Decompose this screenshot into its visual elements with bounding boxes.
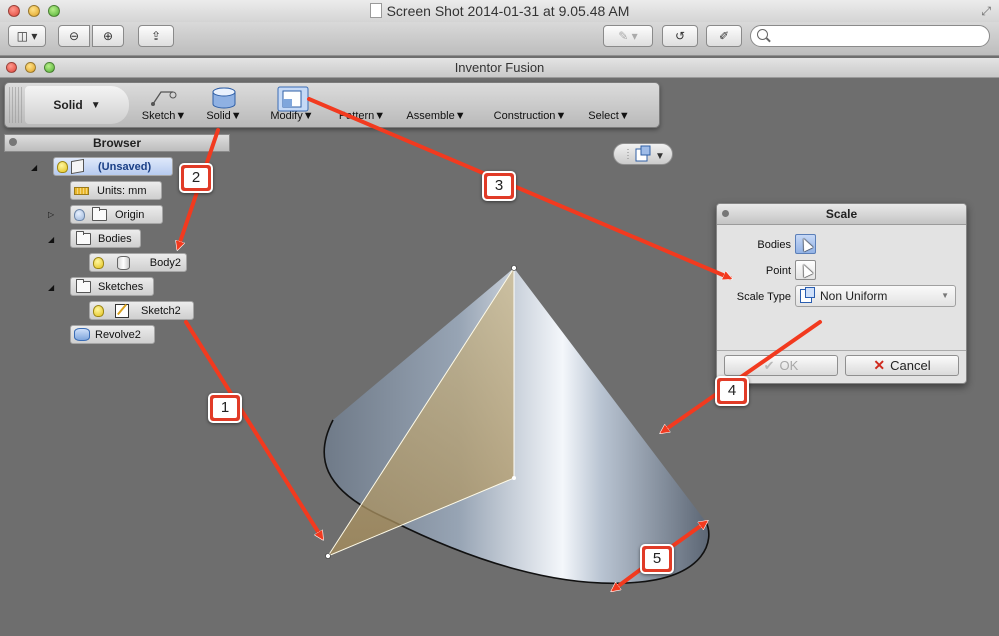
browser-node-sketch2[interactable]: Sketch2: [89, 301, 194, 320]
visibility-bulb-icon[interactable]: [74, 208, 85, 221]
cursor-icon: [798, 262, 814, 278]
node-label: Origin: [115, 208, 145, 221]
ok-label: OK: [779, 358, 799, 373]
callout-badge: 5: [640, 544, 674, 574]
dialog-divider: [717, 350, 966, 351]
view-control-widget[interactable]: ▼: [613, 143, 673, 165]
solid-cylinder-icon: [212, 87, 236, 109]
cube-icon: [71, 158, 84, 175]
cancel-button[interactable]: ✕ Cancel: [845, 355, 959, 376]
close-icon: ✕: [873, 357, 886, 373]
ribbon-construction[interactable]: Construction▼: [487, 85, 573, 125]
ribbon-grip[interactable]: [9, 87, 23, 123]
ribbon-solid[interactable]: Solid▼: [201, 85, 247, 125]
folder-icon: [92, 206, 107, 221]
browser-node-revolve2[interactable]: Revolve2: [70, 325, 155, 344]
folder-icon: [76, 278, 91, 293]
browser-node-units[interactable]: Units: mm: [70, 181, 162, 200]
scale-dialog: Scale Bodies Point Scale Type Non Unifor…: [716, 203, 967, 384]
node-label: Body2: [149, 256, 181, 269]
browser-node-sketches[interactable]: Sketches: [70, 277, 154, 296]
scale-type-label: Scale Type: [736, 291, 791, 303]
browser-close-icon[interactable]: [9, 138, 17, 146]
workspace-label: Solid: [53, 98, 83, 112]
browser-panel-header[interactable]: Browser: [4, 134, 230, 152]
dialog-title: Scale: [825, 207, 858, 221]
cursor-icon: [798, 236, 814, 252]
ribbon-sketch[interactable]: Sketch▼: [138, 85, 190, 125]
visibility-bulb-icon[interactable]: [93, 304, 104, 317]
ribbon-toolbar: Solid ▼ Sketch▼ Solid▼ Modify▼ Pattern▼ A…: [4, 82, 660, 128]
collapsed-toggle-icon[interactable]: ▷: [48, 210, 54, 219]
visibility-bulb-icon[interactable]: [93, 256, 104, 269]
browser-node-bodies[interactable]: Bodies: [70, 229, 141, 248]
folder-icon: [76, 230, 91, 245]
callout-badge: 4: [715, 376, 749, 406]
dialog-titlebar[interactable]: Scale: [717, 204, 966, 225]
expand-toggle-icon[interactable]: ◢: [48, 283, 54, 292]
ribbon-item-label: Sketch▼: [141, 110, 187, 122]
sketch-icon: [115, 303, 129, 318]
view-orientation-icon: ▼: [627, 145, 665, 162]
workspace-selector[interactable]: Solid ▼: [25, 86, 129, 124]
caret-down-icon: ▼: [90, 99, 101, 111]
scale-type-dropdown[interactable]: Non Uniform ▼: [795, 285, 956, 307]
ribbon-assemble[interactable]: Assemble▼: [403, 85, 469, 125]
node-label: Sketch2: [141, 304, 181, 317]
chevron-down-icon: ▼: [941, 291, 949, 300]
browser-title: Browser: [92, 136, 142, 150]
point-select-button[interactable]: [795, 260, 816, 280]
node-label: (Unsaved): [98, 160, 152, 173]
browser-node-unsaved[interactable]: (Unsaved): [53, 157, 173, 176]
ok-button[interactable]: ✔ OK: [724, 355, 838, 376]
browser-node-body2[interactable]: Body2: [89, 253, 187, 272]
ribbon-item-label: Modify▼: [270, 110, 314, 122]
sketch-corner-point[interactable]: [325, 553, 331, 559]
non-uniform-icon: [800, 287, 815, 303]
ribbon-select[interactable]: Select▼: [585, 85, 633, 125]
revolve-icon: [74, 328, 90, 341]
cylinder-icon: [116, 255, 130, 270]
ribbon-item-label: Solid▼: [206, 110, 242, 122]
callout-badge: 3: [482, 171, 516, 201]
visibility-bulb-icon[interactable]: [57, 160, 68, 173]
ribbon-item-label: Pattern▼: [338, 110, 386, 122]
ruler-icon: [74, 186, 89, 195]
browser-node-origin[interactable]: Origin: [70, 205, 163, 224]
bodies-select-button[interactable]: [795, 234, 816, 254]
node-label: Sketches: [98, 280, 144, 293]
axis-end-point: [512, 476, 516, 480]
node-label: Revolve2: [95, 328, 141, 341]
ribbon-item-label: Select▼: [588, 110, 630, 122]
node-label: Bodies: [98, 232, 132, 245]
ribbon-item-label: Construction▼: [493, 110, 567, 122]
check-icon: ✔: [763, 357, 775, 373]
modify-scale-icon: [277, 86, 309, 112]
callout-badge: 2: [179, 163, 213, 193]
callout-badge: 1: [208, 393, 242, 423]
scale-type-value: Non Uniform: [820, 289, 888, 303]
expand-toggle-icon[interactable]: ◢: [31, 163, 37, 172]
svg-text:▼: ▼: [655, 151, 665, 162]
point-label: Point: [765, 265, 791, 277]
cancel-label: Cancel: [890, 358, 931, 373]
expand-toggle-icon[interactable]: ◢: [48, 235, 54, 244]
sketch-tool-icon: [151, 91, 177, 106]
dialog-close-icon[interactable]: [722, 210, 729, 217]
ribbon-item-label: Assemble▼: [406, 110, 466, 122]
node-label: Units: mm: [97, 184, 147, 197]
cone-body[interactable]: [324, 268, 709, 584]
ribbon-pattern[interactable]: Pattern▼: [333, 85, 391, 125]
ribbon-modify[interactable]: Modify▼: [263, 85, 321, 125]
apex-point[interactable]: [511, 265, 517, 271]
bodies-label: Bodies: [757, 239, 791, 251]
